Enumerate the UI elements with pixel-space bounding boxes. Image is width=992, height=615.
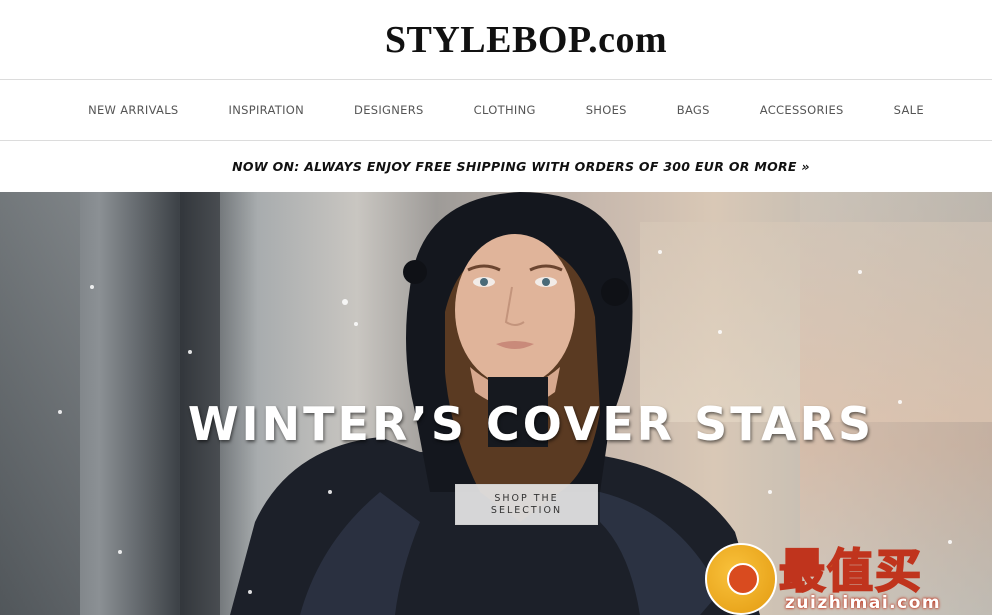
nav-item-inspiration[interactable]: INSPIRATION (204, 103, 330, 117)
watermark-text: 最值买 (778, 543, 923, 599)
site-logo[interactable]: STYLEBOP.com (385, 18, 667, 62)
promo-bar: NOW ON: ALWAYS ENJOY FREE SHIPPING WITH … (0, 141, 992, 192)
shop-selection-button[interactable]: SHOP THE SELECTION (455, 484, 598, 525)
nav-list: NEW ARRIVALS INSPIRATION DESIGNERS CLOTH… (63, 103, 949, 117)
site-header: STYLEBOP.com (0, 0, 992, 80)
nav-item-clothing[interactable]: CLOTHING (449, 103, 561, 117)
promo-link[interactable]: NOW ON: ALWAYS ENJOY FREE SHIPPING WITH … (232, 159, 810, 174)
nav-item-new-arrivals[interactable]: NEW ARRIVALS (63, 103, 203, 117)
nav-item-shoes[interactable]: SHOES (561, 103, 652, 117)
watermark-logo-icon (705, 543, 777, 615)
watermark: 最值买 zuizhimai.com (705, 535, 992, 615)
button-label-line1: SHOP THE (494, 492, 559, 504)
hero-title: WINTER’S COVER STARS (187, 397, 875, 451)
nav-item-designers[interactable]: DESIGNERS (329, 103, 449, 117)
main-nav: NEW ARRIVALS INSPIRATION DESIGNERS CLOTH… (0, 80, 992, 141)
nav-item-bags[interactable]: BAGS (652, 103, 735, 117)
watermark-url: zuizhimai.com (785, 593, 942, 613)
nav-item-accessories[interactable]: ACCESSORIES (735, 103, 869, 117)
button-label-line2: SELECTION (490, 504, 563, 516)
nav-item-sale[interactable]: SALE (869, 103, 949, 117)
